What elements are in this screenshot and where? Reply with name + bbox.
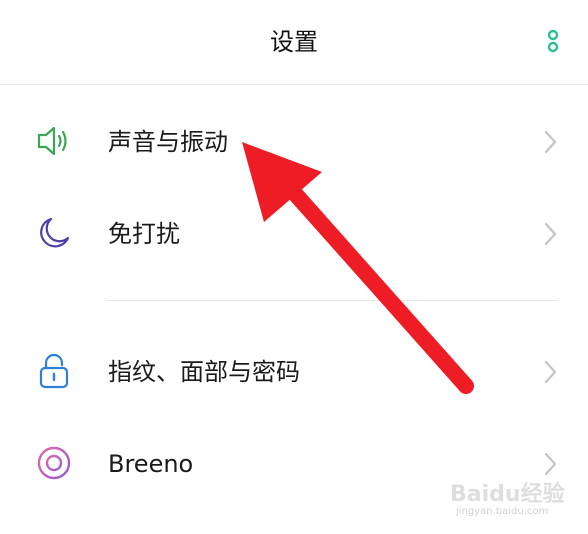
settings-item-label: 指纹、面部与密码: [108, 358, 300, 386]
settings-item-fingerprint-face-password[interactable]: 指纹、面部与密码: [0, 327, 588, 417]
settings-item-do-not-disturb[interactable]: 免打扰: [0, 187, 588, 277]
watermark: Baidu经验 jingyan.baidu.com: [450, 476, 580, 522]
chevron-right-icon: [540, 355, 560, 389]
moon-icon: [34, 213, 74, 253]
watermark-brand: Baidu经验: [450, 482, 565, 507]
chevron-right-icon: [540, 217, 560, 251]
chevron-right-icon: [540, 125, 560, 159]
settings-item-label: 免打扰: [108, 220, 180, 248]
header-bar: 设置: [0, 0, 588, 85]
section-divider: [106, 300, 558, 301]
settings-item-sound-vibration[interactable]: 声音与振动: [0, 97, 588, 187]
watermark-url: jingyan.baidu.com: [456, 506, 549, 517]
page-title: 设置: [270, 28, 318, 56]
breeno-icon: [34, 443, 74, 483]
speaker-icon: [34, 121, 74, 161]
settings-item-label: 声音与振动: [108, 128, 228, 156]
more-vertical-icon: [547, 29, 559, 53]
more-options-button[interactable]: [540, 26, 566, 60]
lock-icon: [34, 351, 74, 391]
settings-item-label: Breeno: [108, 450, 194, 478]
